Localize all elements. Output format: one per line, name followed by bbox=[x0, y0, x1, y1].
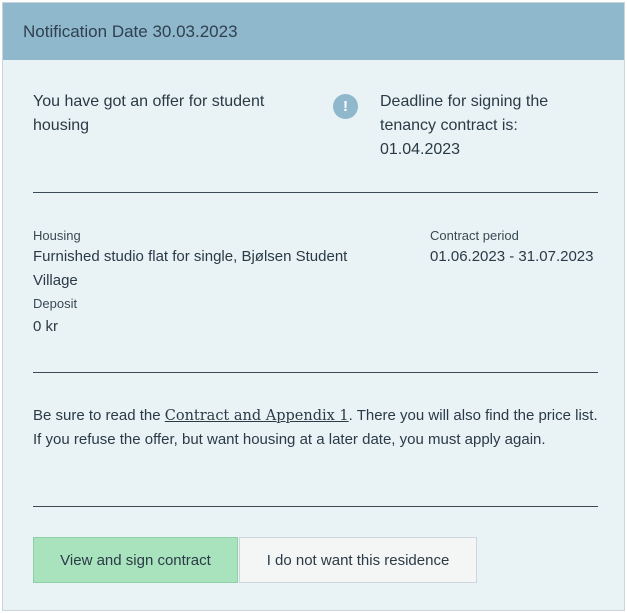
divider bbox=[33, 372, 598, 373]
housing-value: Furnished studio flat for single, Bjølse… bbox=[33, 248, 348, 289]
deadline-date: 01.04.2023 bbox=[380, 141, 461, 158]
deadline: Deadline for signing the tenancy contrac… bbox=[380, 90, 600, 162]
offer-summary: You have got an offer for student housin… bbox=[3, 60, 624, 193]
notice-before-link: Be sure to read the bbox=[33, 407, 165, 424]
contract-period: Contract period 01.06.2023 - 31.07.2023 bbox=[430, 227, 620, 269]
contract-period-value: 01.06.2023 - 31.07.2023 bbox=[430, 248, 594, 265]
notice-text: Be sure to read the Contract and Appendi… bbox=[33, 404, 603, 452]
housing-label: Housing bbox=[33, 228, 81, 243]
divider bbox=[33, 192, 598, 193]
housing-details: Housing Furnished studio flat for single… bbox=[33, 227, 393, 339]
notification-date: Notification Date 30.03.2023 bbox=[23, 21, 238, 41]
contract-link[interactable]: Contract and Appendix 1 bbox=[165, 408, 349, 424]
deposit-value: 0 kr bbox=[33, 318, 59, 335]
deposit-label: Deposit bbox=[33, 296, 78, 311]
deadline-text: Deadline for signing the tenancy contrac… bbox=[380, 93, 549, 134]
info-icon-glyph: ! bbox=[343, 98, 348, 115]
contract-period-label: Contract period bbox=[430, 228, 519, 243]
card-header: Notification Date 30.03.2023 bbox=[3, 3, 624, 60]
offer-message: You have got an offer for student housin… bbox=[33, 93, 265, 134]
info-icon: ! bbox=[333, 94, 358, 119]
view-sign-contract-button[interactable]: View and sign contract bbox=[33, 537, 238, 583]
decline-residence-button[interactable]: I do not want this residence bbox=[239, 537, 477, 583]
offer-card: Notification Date 30.03.2023 You have go… bbox=[2, 2, 625, 611]
divider bbox=[33, 506, 598, 507]
